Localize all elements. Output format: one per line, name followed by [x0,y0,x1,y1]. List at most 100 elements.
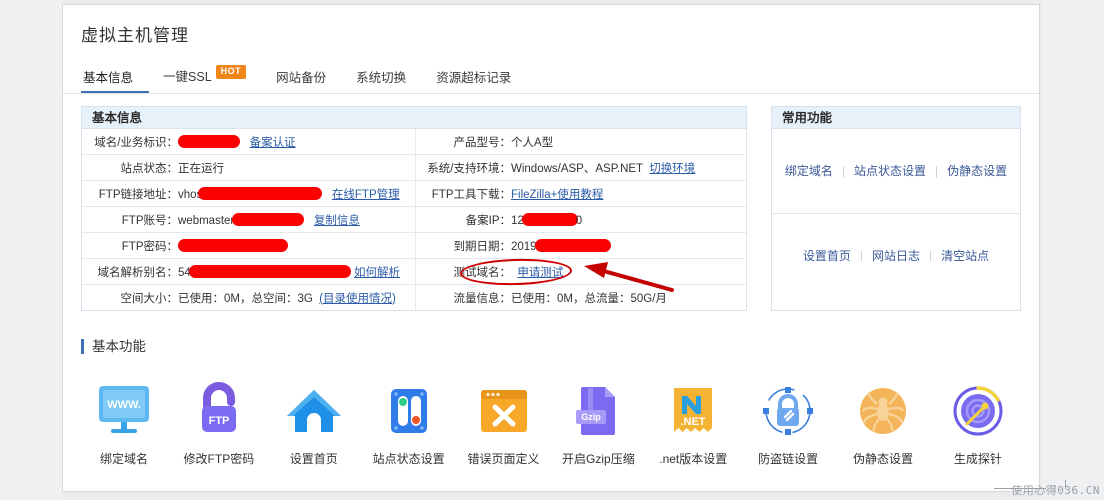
product-model-value: 个人A型 [511,136,554,149]
panels-row: 基本信息 域名/业务标识： 备案认证 产品型号： 个人A型 站点状态： 正在运行… [63,94,1039,311]
link-switch-environment[interactable]: 切换环境 [649,163,695,175]
redaction-bar [534,238,611,252]
row-label: FTP链接地址： [82,180,178,207]
function-generate-probe[interactable]: 生成探针 [931,380,1025,467]
row-value: 2019 [511,232,746,259]
function-dotnet-version-setting[interactable]: .NET .net版本设置 [646,380,740,467]
row-value [178,232,415,259]
page-title: 虚拟主机管理 [81,26,189,45]
function-label: 错误页面定义 [467,452,540,466]
table-row: 空间大小： 已使用：0M，总空间：3G (目录使用情况) 流量信息： 已使用：0… [82,284,746,310]
space-usage-value: 已使用：0M，总空间：3G [178,292,313,305]
tab-bar: 基本信息 一键SSL HOT 网站备份 系统切换 资源超标记录 [63,65,1039,94]
function-change-ftp-password[interactable]: FTP 修改FTP密码 [172,380,266,467]
row-label: 空间大小： [82,284,178,310]
toggle-switch-icon [362,380,456,442]
row-value: 已使用：0M，总空间：3G (目录使用情况) [178,284,415,310]
hot-badge: HOT [215,65,247,79]
row-label: FTP账号： [82,206,178,233]
link-site-log[interactable]: 网站日志 [863,247,929,264]
row-label: FTP工具下载： [414,180,511,207]
page-right-gutter [1042,0,1104,500]
basic-functions-grid: WWW. 绑定域名 FTP 修改FTP密码 设置首页 站点状态设置 错误页面定义… [63,354,1039,467]
row-value: Windows/ASP、ASP.NET 切换环境 [511,154,746,181]
row-value: 12 0 [511,206,746,233]
link-site-status-setting[interactable]: 站点状态设置 [845,162,935,179]
redaction-bar [232,212,305,226]
link-icp-verify[interactable]: 备案认证 [250,137,296,149]
row-label: 域名/业务标识： [94,136,178,149]
browser-error-icon [457,380,551,442]
table-row: FTP链接地址： vhos 在线FTP管理 FTP工具下载： FileZilla… [82,180,746,207]
tab-resource-overrun-log[interactable]: 资源超标记录 [434,67,527,93]
function-label: 设置首页 [289,452,338,466]
link-directory-usage[interactable]: (目录使用情况) [319,293,396,305]
page-left-gutter [0,0,62,500]
svg-text:WWW.: WWW. [107,399,141,411]
link-clear-site[interactable]: 清空站点 [932,247,998,264]
svg-text:.NET: .NET [681,416,706,428]
link-filezilla-tutorial[interactable]: FileZilla+使用教程 [511,189,603,201]
row-value: 备案认证 [178,129,415,155]
row-label: 到期日期： [414,232,511,259]
function-bind-domain[interactable]: WWW. 绑定域名 [77,380,171,467]
tab-label: 资源超标记录 [436,71,512,85]
tab-site-backup[interactable]: 网站备份 [274,67,342,93]
function-enable-gzip[interactable]: Gzip 开启Gzip压缩 [551,380,645,467]
tab-system-switch[interactable]: 系统切换 [354,67,422,93]
tab-label: 系统切换 [356,71,407,85]
link-how-to-resolve[interactable]: 如何解析 [354,267,400,279]
redaction-bar [178,238,288,252]
environment-value: Windows/ASP、ASP.NET [511,162,643,175]
function-label: 防盗链设置 [758,452,819,466]
row-label: FTP密码： [82,232,178,259]
lock-ftp-icon: FTP [172,380,266,442]
row-value: 正在运行 [178,154,415,181]
site-status-value: 正在运行 [178,162,224,175]
link-copy-info[interactable]: 复制信息 [314,215,360,227]
row-label: 产品型号： [414,129,511,155]
svg-text:FTP: FTP [208,415,229,427]
link-bind-domain[interactable]: 绑定域名 [776,162,842,179]
redaction-bar [198,186,323,200]
tab-basic-info[interactable]: 基本信息 [81,67,150,93]
row-value: webmaster 复制信息 [178,206,415,233]
table-row: FTP账号： webmaster 复制信息 备案IP： 12 0 [82,206,746,233]
function-set-homepage[interactable]: 设置首页 [267,380,361,467]
function-error-page-definition[interactable]: 错误页面定义 [457,380,551,467]
ftp-account-value: webmaster [178,214,235,227]
link-set-homepage[interactable]: 设置首页 [794,247,860,264]
link-pseudo-static-setting[interactable]: 伪静态设置 [938,162,1016,179]
lock-chain-icon [741,380,835,442]
home-icon [267,380,361,442]
basic-info-panel-title: 基本信息 [82,107,746,129]
row-value: 54 如何解析 [178,258,415,285]
link-apply-test-domain[interactable]: 申请测试 [517,267,563,279]
table-row: FTP密码： 到期日期： 2019 [82,232,746,259]
dotnet-icon: .NET [646,380,740,442]
screenshot-root: 虚拟主机管理 基本信息 一键SSL HOT 网站备份 系统切换 资源超标记录 基本… [0,0,1104,500]
function-label: 开启Gzip压缩 [562,452,635,466]
basic-info-panel: 基本信息 域名/业务标识： 备案认证 产品型号： 个人A型 站点状态： 正在运行… [81,106,747,311]
gzip-file-icon: Gzip [551,380,645,442]
function-site-status-setting[interactable]: 站点状态设置 [362,380,456,467]
function-label: 绑定域名 [99,452,148,466]
function-pseudo-static-setting[interactable]: 伪静态设置 [836,380,930,467]
section-title-basic-functions: 基本功能 [81,339,1039,354]
function-label: 站点状态设置 [372,452,445,466]
function-hotlink-protection[interactable]: 防盗链设置 [741,380,835,467]
tab-one-click-ssl[interactable]: 一键SSL HOT [161,65,262,93]
table-row: 域名解析别名： 54 如何解析 测试域名： 申请测试 [82,258,746,285]
traffic-usage-value: 已使用：0M，总流量：50G/月 [511,292,667,305]
monitor-www-icon: WWW. [77,380,171,442]
row-value: vhos 在线FTP管理 [178,180,415,207]
spider-icon [836,380,930,442]
row-value: 申请测试 [511,258,746,285]
table-row: 域名/业务标识： 备案认证 产品型号： 个人A型 [82,129,746,155]
row-label: 系统/支持环境： [414,154,511,181]
row-label: 测试域名： [414,258,511,285]
link-online-ftp-manager[interactable]: 在线FTP管理 [332,189,400,201]
tab-label: 一键SSL [163,70,212,84]
row-label: 站点状态： [82,154,178,181]
common-functions-body: 绑定域名 | 站点状态设置 | 伪静态设置 设置首页 | 网站日志 | 清空站点 [772,129,1020,297]
